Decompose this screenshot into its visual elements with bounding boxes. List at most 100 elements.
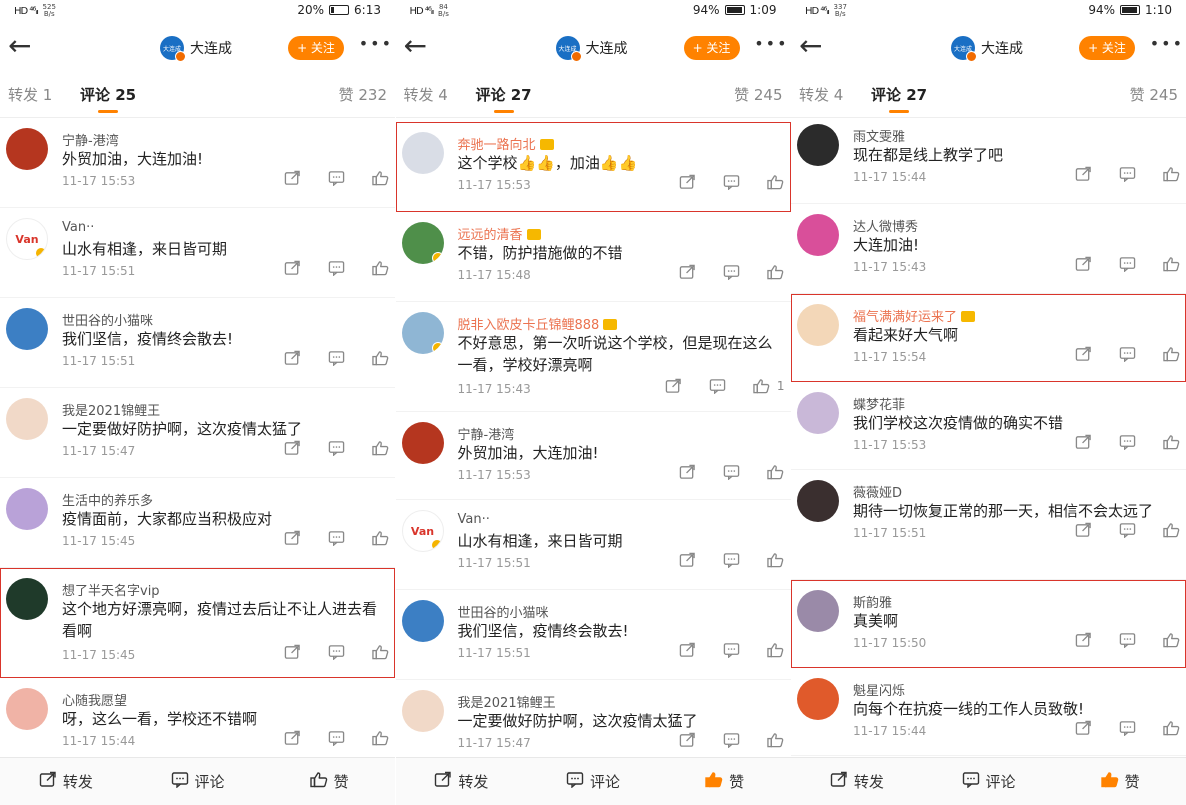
repost-icon[interactable]	[283, 440, 301, 456]
bottom-like-button[interactable]: 赞	[263, 758, 395, 805]
comment-item[interactable]: 脱非入欧皮卡丘锦鲤888 不好意思，第一次听说这个学校，但是现在这么一看，学校好漂…	[395, 302, 791, 412]
like-icon[interactable]	[767, 552, 785, 568]
commenter-avatar[interactable]	[797, 480, 839, 522]
repost-icon[interactable]	[283, 530, 301, 546]
reply-icon[interactable]	[327, 730, 345, 746]
reply-icon[interactable]	[723, 642, 741, 658]
commenter-avatar[interactable]	[6, 488, 48, 530]
like-icon[interactable]	[371, 440, 389, 456]
commenter-name[interactable]: 福气满满好运来了	[853, 306, 976, 325]
reply-icon[interactable]	[723, 264, 741, 280]
account-info[interactable]: 大连成 大连成	[555, 36, 628, 62]
commenter-name[interactable]: 魁星闪烁	[853, 680, 905, 699]
commenter-name[interactable]: 远远的清香	[458, 224, 541, 243]
account-avatar[interactable]: 大连成	[951, 36, 977, 62]
commenter-avatar[interactable]	[6, 128, 48, 170]
reply-icon[interactable]	[709, 378, 727, 394]
like-icon[interactable]	[1162, 166, 1180, 182]
comment-item[interactable]: 雨文雯雅 现在都是线上教学了吧 11-17 15:44	[791, 118, 1186, 204]
account-info[interactable]: 大连成 大连成	[951, 36, 1023, 62]
reply-icon[interactable]	[327, 260, 345, 276]
reply-icon[interactable]	[327, 644, 345, 660]
reply-icon[interactable]	[1118, 522, 1136, 538]
comment-item[interactable]: 魁星闪烁 向每个在抗疫一线的工作人员致敬! 11-17 15:44	[791, 668, 1186, 756]
repost-icon[interactable]	[1074, 720, 1092, 736]
comment-item[interactable]: 远远的清香 不错，防护措施做的不错 11-17 15:48	[395, 212, 791, 302]
comment-item[interactable]: 福气满满好运来了 看起来好大气啊 11-17 15:54	[791, 294, 1186, 382]
reply-icon[interactable]	[327, 440, 345, 456]
bottom-repost-button[interactable]: 转发	[396, 758, 528, 805]
repost-icon[interactable]	[1074, 166, 1092, 182]
commenter-avatar[interactable]	[401, 422, 444, 464]
commenter-avatar[interactable]	[401, 690, 444, 732]
more-options-icon[interactable]: •••	[1150, 34, 1184, 53]
repost-icon[interactable]	[283, 260, 301, 276]
commenter-avatar[interactable]	[797, 590, 839, 632]
commenter-name[interactable]: 我是2021锦鲤王	[62, 400, 160, 419]
comment-item[interactable]: 奔驰一路向北 这个学校👍👍，加油👍👍 11-17 15:53	[395, 122, 791, 212]
comment-item[interactable]: 蝶梦花菲 我们学校这次疫情做的确实不错 11-17 15:53	[791, 382, 1186, 470]
like-icon[interactable]	[753, 378, 771, 394]
commenter-name[interactable]: 世田谷的小猫咪	[458, 602, 549, 621]
reply-icon[interactable]	[327, 170, 345, 186]
like-icon[interactable]	[1162, 632, 1180, 648]
comment-item[interactable]: 我是2021锦鲤王 一定要做好防护啊，这次疫情太猛了 11-17 15:47	[0, 388, 395, 478]
repost-icon[interactable]	[1074, 346, 1092, 362]
like-icon[interactable]	[371, 530, 389, 546]
repost-icon[interactable]	[679, 552, 697, 568]
commenter-name[interactable]: 宁静-港湾	[458, 424, 515, 443]
back-arrow-icon[interactable]: ←	[799, 32, 822, 60]
commenter-avatar[interactable]	[6, 308, 48, 350]
tab-comment[interactable]: 评论 27	[476, 84, 532, 113]
comment-item[interactable]: 宁静-港湾 外贸加油，大连加油! 11-17 15:53	[0, 118, 395, 208]
bottom-repost-button[interactable]: 转发	[791, 758, 923, 805]
commenter-name[interactable]: 蝶梦花菲	[853, 394, 905, 413]
reply-icon[interactable]	[1118, 166, 1136, 182]
comment-item[interactable]: 薇薇娅D 期待一切恢复正常的那一天，相信不会太远了 11-17 15:51	[791, 470, 1186, 580]
reply-icon[interactable]	[1118, 632, 1136, 648]
like-icon[interactable]	[1162, 346, 1180, 362]
comment-item[interactable]: 世田谷的小猫咪 我们坚信，疫情终会散去! 11-17 15:51	[0, 298, 395, 388]
commenter-avatar[interactable]	[797, 124, 839, 166]
commenter-avatar[interactable]: Van	[6, 218, 48, 260]
account-name[interactable]: 大连成	[981, 38, 1023, 58]
tab-likes[interactable]: 赞 245	[734, 84, 782, 105]
account-info[interactable]: 大连成 大连成	[160, 36, 232, 62]
bottom-comment-button[interactable]: 评论	[132, 758, 264, 805]
like-icon[interactable]	[767, 732, 785, 748]
comment-item[interactable]: Van Van·· 山水有相逢，来日皆可期 11-17 15:51	[395, 500, 791, 590]
commenter-name[interactable]: 心随我愿望	[62, 690, 127, 709]
commenter-name[interactable]: 斯韵雅	[853, 592, 892, 611]
commenter-avatar[interactable]	[797, 678, 839, 720]
follow-button[interactable]: + 关注	[683, 36, 740, 60]
reply-icon[interactable]	[1118, 346, 1136, 362]
commenter-avatar[interactable]	[401, 132, 444, 174]
account-name[interactable]: 大连成	[586, 38, 628, 58]
more-options-icon[interactable]: •••	[359, 34, 393, 53]
commenter-name[interactable]: 达人微博秀	[853, 216, 918, 235]
comment-item[interactable]: 想了半天名字vip 这个地方好漂亮啊，疫情过去后让不让人进去看看啊 11-17 15…	[0, 568, 395, 678]
commenter-avatar[interactable]	[401, 600, 444, 642]
bottom-comment-button[interactable]: 评论	[923, 758, 1055, 805]
tab-likes[interactable]: 赞 232	[339, 84, 387, 105]
reply-icon[interactable]	[723, 464, 741, 480]
comment-item[interactable]: 斯韵雅 真美啊 11-17 15:50	[791, 580, 1186, 668]
repost-icon[interactable]	[1074, 434, 1092, 450]
follow-button[interactable]: + 关注	[1079, 36, 1135, 60]
bottom-comment-button[interactable]: 评论	[527, 758, 659, 805]
like-icon[interactable]	[371, 644, 389, 660]
tab-likes[interactable]: 赞 245	[1130, 84, 1178, 105]
commenter-name[interactable]: 奔驰一路向北	[458, 134, 554, 153]
back-arrow-icon[interactable]: ←	[8, 32, 31, 60]
tab-comment[interactable]: 评论 27	[871, 84, 927, 113]
like-icon[interactable]	[1162, 256, 1180, 272]
commenter-avatar[interactable]	[6, 578, 48, 620]
account-avatar[interactable]: 大连成	[555, 36, 582, 62]
commenter-name[interactable]: 宁静-港湾	[62, 130, 119, 149]
repost-icon[interactable]	[679, 732, 697, 748]
repost-icon[interactable]	[679, 642, 697, 658]
tab-repost[interactable]: 转发 1	[8, 84, 52, 105]
commenter-avatar[interactable]: Van	[401, 510, 444, 552]
commenter-name[interactable]: 我是2021锦鲤王	[458, 692, 556, 711]
reply-icon[interactable]	[1118, 720, 1136, 736]
